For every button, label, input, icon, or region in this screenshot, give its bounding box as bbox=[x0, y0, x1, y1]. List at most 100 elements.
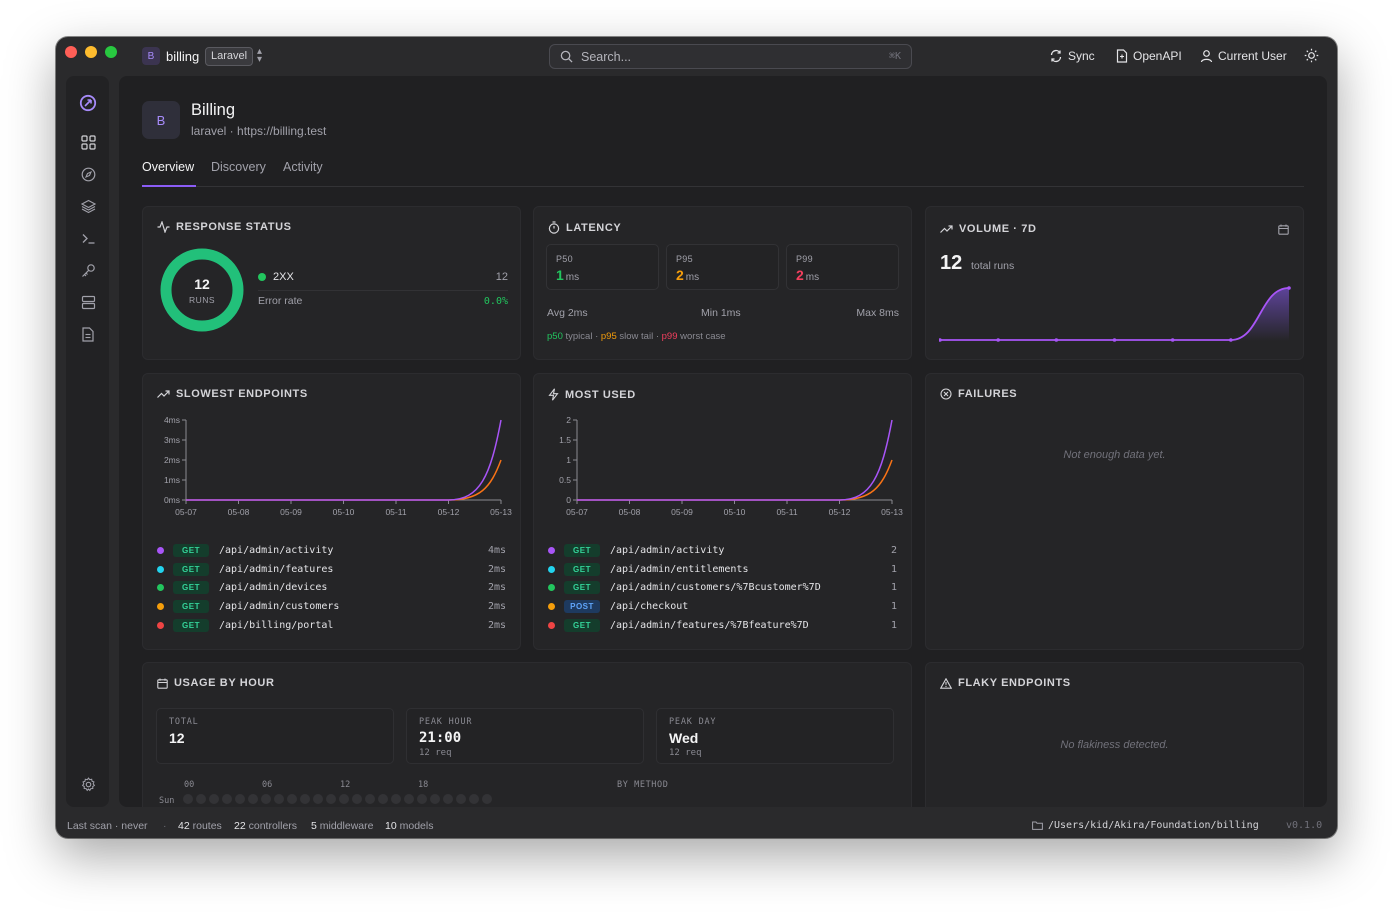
endpoint-row[interactable]: POST/api/checkout 1 bbox=[548, 598, 897, 615]
endpoint-value: 2ms bbox=[487, 582, 506, 594]
latency-title: LATENCY bbox=[548, 221, 621, 234]
sidebar-item-documents[interactable] bbox=[79, 325, 97, 343]
heatmap-cell[interactable] bbox=[300, 794, 310, 804]
x-tick-label: 05-07 bbox=[175, 507, 197, 517]
page-subtitle: laravel · https://billing.test bbox=[191, 124, 327, 138]
p99-value: 2 ms bbox=[796, 267, 819, 283]
tab-discovery[interactable]: Discovery bbox=[211, 160, 266, 174]
sidebar-item-terminal[interactable] bbox=[79, 229, 97, 247]
heatmap-cell[interactable] bbox=[183, 794, 193, 804]
heatmap-cell[interactable] bbox=[209, 794, 219, 804]
x-tick-label: 05-12 bbox=[438, 507, 460, 517]
series-color-dot bbox=[157, 603, 164, 611]
heatmap-cell[interactable] bbox=[352, 794, 362, 804]
usage-by-hour-title-text: USAGE BY HOUR bbox=[174, 677, 275, 689]
current-user-button[interactable]: Current User bbox=[1200, 49, 1287, 63]
endpoint-row[interactable]: GET/api/admin/devices 2ms bbox=[157, 579, 506, 596]
most-used-title-text: MOST USED bbox=[565, 388, 636, 401]
endpoint-row[interactable]: GET/api/billing/portal 2ms bbox=[157, 617, 506, 634]
heatmap-cell[interactable] bbox=[248, 794, 258, 804]
minimize-window-button[interactable] bbox=[85, 46, 97, 58]
sidebar-item-servers[interactable] bbox=[79, 293, 97, 311]
heatmap-cell[interactable] bbox=[196, 794, 206, 804]
framework-tag: Laravel bbox=[205, 47, 254, 66]
p50-number: 1 bbox=[556, 267, 564, 283]
x-tick-label: 05-13 bbox=[881, 507, 903, 517]
x-tick-label: 05-13 bbox=[490, 507, 512, 517]
series-color-dot bbox=[157, 584, 164, 592]
project-name[interactable]: billing bbox=[166, 49, 199, 64]
series-color-dot bbox=[548, 565, 555, 573]
sidebar-logo[interactable] bbox=[79, 94, 97, 112]
heatmap-cell[interactable] bbox=[482, 794, 492, 804]
heatmap-cell[interactable] bbox=[417, 794, 427, 804]
series-color-dot bbox=[548, 621, 555, 629]
project-switcher-chevron-icon[interactable]: ▴ ▾ bbox=[257, 47, 262, 65]
models-number: 10 bbox=[385, 820, 397, 832]
usage-peak-day-box: PEAK DAY Wed 12 req bbox=[656, 708, 894, 764]
heatmap-cell[interactable] bbox=[261, 794, 271, 804]
sidebar-item-discovery[interactable] bbox=[79, 165, 97, 183]
sidebar-item-keys[interactable] bbox=[79, 261, 97, 279]
project-badge[interactable]: B bbox=[142, 47, 160, 65]
file-icon bbox=[1116, 49, 1128, 63]
theme-toggle-button[interactable] bbox=[1304, 48, 1319, 63]
project-path[interactable]: /Users/kid/Akira/Foundation/billing bbox=[1048, 820, 1259, 831]
trending-up-icon bbox=[157, 390, 170, 398]
heatmap-cell[interactable] bbox=[287, 794, 297, 804]
heatmap-cell[interactable] bbox=[430, 794, 440, 804]
endpoint-path: /api/admin/devices bbox=[219, 582, 328, 594]
app-version: v0.1.0 bbox=[1286, 820, 1323, 831]
endpoint-row[interactable]: GET/api/admin/activity 4ms bbox=[157, 542, 506, 559]
legend-sep-2: · bbox=[655, 331, 659, 342]
app-avatar: B bbox=[142, 101, 180, 139]
heatmap-cell[interactable] bbox=[313, 794, 323, 804]
heatmap-cell[interactable] bbox=[235, 794, 245, 804]
sync-button[interactable]: Sync bbox=[1049, 49, 1095, 63]
sidebar-item-layers[interactable] bbox=[79, 197, 97, 215]
main-content: B Billing laravel · https://billing.test… bbox=[119, 76, 1327, 807]
controllers-number: 22 bbox=[234, 820, 246, 832]
user-icon bbox=[1200, 50, 1213, 63]
error-rate-value: 0.0% bbox=[483, 296, 508, 307]
heatmap-cell[interactable] bbox=[469, 794, 479, 804]
middleware-count: 5 middleware bbox=[311, 820, 373, 832]
peak-hour-sub: 12 req bbox=[419, 748, 452, 758]
most-used-chart: 0 0.5 1 1.5 2 05-07 05-08 05-09 05-10 05-11 05-12 0… bbox=[559, 415, 903, 517]
layers-icon bbox=[80, 199, 96, 213]
y-tick-label: 4ms bbox=[164, 415, 180, 425]
endpoint-row[interactable]: GET/api/admin/customers/%7Bcustomer%7D 1 bbox=[548, 579, 897, 596]
close-window-button[interactable] bbox=[65, 46, 77, 58]
app-window: B billing Laravel ▴▾ Search... ⌘K Sync bbox=[56, 37, 1337, 838]
y-tick-label: 2 bbox=[566, 415, 571, 425]
endpoint-row[interactable]: GET/api/admin/customers 2ms bbox=[157, 598, 506, 615]
heatmap-cell[interactable] bbox=[274, 794, 284, 804]
tab-activity[interactable]: Activity bbox=[283, 160, 323, 174]
heatmap-cell[interactable] bbox=[391, 794, 401, 804]
sidebar-settings[interactable] bbox=[79, 775, 97, 793]
search-input[interactable]: Search... ⌘K bbox=[549, 44, 912, 69]
zoom-window-button[interactable] bbox=[105, 46, 117, 58]
tab-overview[interactable]: Overview bbox=[142, 160, 194, 174]
endpoint-row[interactable]: GET/api/admin/activity 2 bbox=[548, 542, 897, 559]
endpoint-row[interactable]: GET/api/admin/features/%7Bfeature%7D 1 bbox=[548, 617, 897, 634]
p99-number: 2 bbox=[796, 267, 804, 283]
heatmap-cell[interactable] bbox=[378, 794, 388, 804]
trending-up-icon bbox=[940, 225, 953, 233]
heatmap-cell[interactable] bbox=[443, 794, 453, 804]
routes-label: routes bbox=[192, 820, 222, 832]
y-tick-label: 1 bbox=[566, 455, 571, 465]
sidebar-item-dashboard[interactable] bbox=[79, 133, 97, 151]
openapi-button[interactable]: OpenAPI bbox=[1116, 49, 1182, 63]
heatmap-cell[interactable] bbox=[404, 794, 414, 804]
heatmap-cell[interactable] bbox=[456, 794, 466, 804]
calendar-icon[interactable] bbox=[1278, 224, 1289, 235]
endpoint-row[interactable]: GET/api/admin/features 2ms bbox=[157, 561, 506, 578]
heatmap-cell[interactable] bbox=[326, 794, 336, 804]
heatmap-cell[interactable] bbox=[365, 794, 375, 804]
http-method-badge: GET bbox=[564, 544, 600, 557]
heatmap-cell[interactable] bbox=[222, 794, 232, 804]
endpoint-row[interactable]: GET/api/admin/entitlements 1 bbox=[548, 561, 897, 578]
heatmap-cell[interactable] bbox=[339, 794, 349, 804]
p50-label: P50 bbox=[556, 254, 573, 264]
